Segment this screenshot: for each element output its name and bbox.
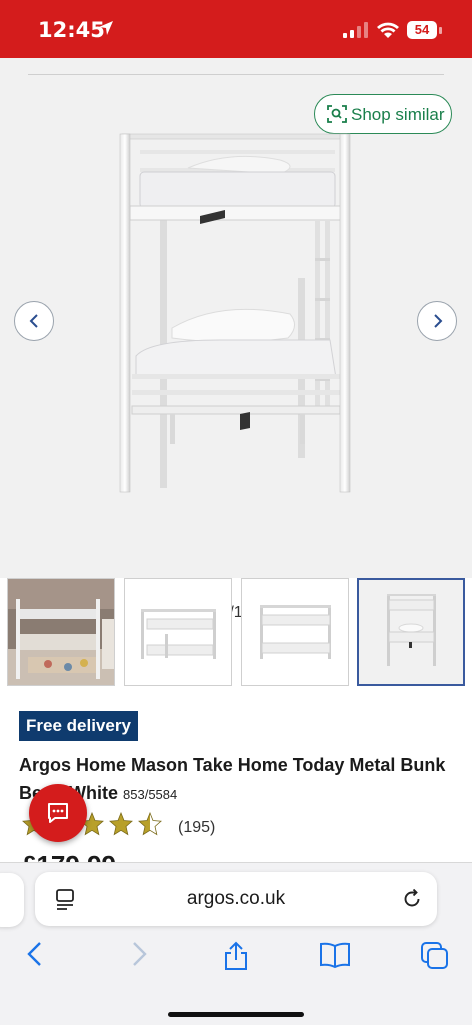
visual-search-icon [327, 104, 347, 129]
review-count[interactable]: (195) [178, 819, 215, 837]
location-arrow-icon [98, 20, 114, 41]
thumbnail-strip [7, 578, 467, 688]
battery-level: 54 [407, 21, 437, 39]
back-icon[interactable] [24, 941, 48, 972]
thumbnail-1[interactable] [7, 578, 115, 686]
cellular-signal-icon [343, 22, 369, 43]
chat-button[interactable] [29, 784, 87, 842]
share-icon[interactable] [222, 941, 250, 976]
forward-icon[interactable] [126, 941, 150, 972]
chevron-left-icon [29, 314, 38, 328]
shop-similar-label: Shop similar [351, 105, 445, 124]
thumbnail-4[interactable] [357, 578, 465, 686]
url-text[interactable]: argos.co.uk [35, 888, 437, 910]
bookmarks-icon[interactable] [319, 941, 351, 974]
thumbnail-2[interactable] [124, 578, 232, 686]
thumbnail-3[interactable] [241, 578, 349, 686]
status-bar: 12:45 54 [0, 0, 472, 58]
tabs-icon[interactable] [420, 941, 450, 976]
product-price: £179.99 [22, 850, 116, 862]
previous-tab-preview[interactable] [0, 873, 24, 927]
next-image-button[interactable] [417, 301, 457, 341]
browser-toolbar: argos.co.uk [0, 862, 472, 1025]
address-bar[interactable]: argos.co.uk [35, 872, 437, 926]
thumbnail-bunk-end [359, 580, 463, 684]
divider [28, 74, 444, 75]
chevron-right-icon [434, 314, 443, 328]
thumbnail-bunk-angle-1 [125, 579, 231, 685]
product-code: 853/5584 [123, 787, 178, 802]
product-title: Argos Home Mason Take Home Today Metal B… [19, 751, 459, 809]
thumbnail-room-photo [8, 579, 114, 685]
chat-bubble-icon [48, 803, 68, 823]
previous-image-button[interactable] [14, 301, 54, 341]
wifi-icon [376, 21, 400, 44]
product-main-image [119, 133, 351, 493]
product-title-text: Argos Home Mason Take Home Today Metal B… [19, 755, 446, 803]
thumbnail-bunk-side [242, 579, 348, 685]
status-time: 12:45 [38, 18, 105, 42]
home-indicator [168, 1012, 304, 1017]
reload-icon[interactable] [401, 888, 423, 915]
product-image-gallery[interactable]: Shop similar 4/10 [0, 58, 472, 621]
free-delivery-badge: Free delivery [19, 711, 138, 741]
battery-tip [439, 27, 442, 34]
